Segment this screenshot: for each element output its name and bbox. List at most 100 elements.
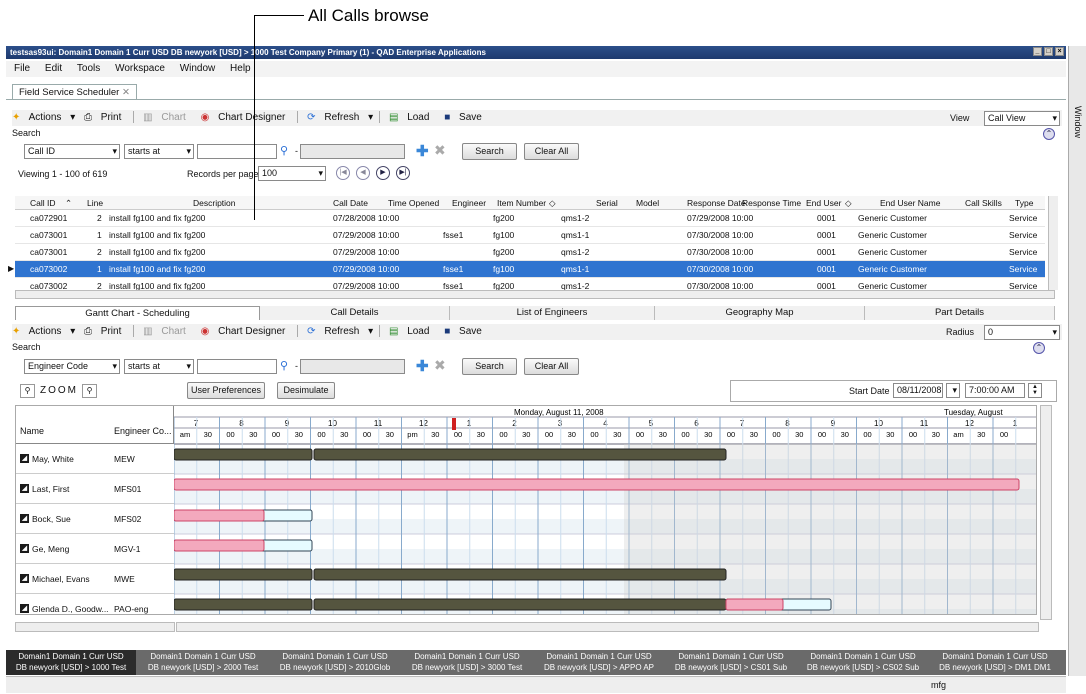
table-row[interactable]: ca073001 1 install fg100 and fix fg200 07/2… xyxy=(15,227,1045,244)
grid-horizontal-scrollbar[interactable] xyxy=(15,290,1055,299)
clear-all-button[interactable]: Clear All xyxy=(524,358,579,375)
close-tab-icon[interactable]: ✕ xyxy=(122,87,130,98)
tab-gantt-chart[interactable]: Gantt Chart - Scheduling xyxy=(15,306,260,320)
search-button[interactable]: Search xyxy=(462,358,517,375)
load-button[interactable]: ▤ Load xyxy=(389,112,435,123)
col-description[interactable]: Description xyxy=(193,196,236,210)
schedule-bar[interactable] xyxy=(725,598,784,611)
tab-field-service-scheduler[interactable]: Field Service Scheduler ✕ xyxy=(12,84,137,99)
session-tab[interactable]: Domain1 Domain 1 Curr USD DB newyork [USD… xyxy=(666,650,796,675)
menu-edit[interactable]: Edit xyxy=(45,63,62,74)
col-call-date[interactable]: Call Date xyxy=(333,196,368,210)
search-operator-select[interactable]: starts at xyxy=(124,144,194,159)
engineer-search-operator-select[interactable]: starts at xyxy=(124,359,194,374)
add-criteria-icon[interactable]: ✚ xyxy=(416,142,429,160)
col-item-number[interactable]: Item Number xyxy=(497,196,546,210)
schedule-bar[interactable] xyxy=(174,509,265,522)
names-horizontal-scrollbar[interactable] xyxy=(15,622,175,632)
actions-button[interactable]: ✦ Actions ▾ xyxy=(12,326,75,337)
menu-tools[interactable]: Tools xyxy=(77,63,100,74)
schedule-bar[interactable] xyxy=(313,598,727,611)
engineer-row[interactable]: ◢ Bock, Sue MFS02 xyxy=(16,504,174,534)
col-call-id[interactable]: Call ID xyxy=(30,196,56,210)
minimize-button[interactable]: _ xyxy=(1033,47,1042,56)
session-tab[interactable]: Domain1 Domain 1 Curr USD DB newyork [USD… xyxy=(6,650,136,675)
tab-geography-map[interactable]: Geography Map xyxy=(655,306,865,320)
menu-window[interactable]: Window xyxy=(180,63,216,74)
engineer-row[interactable]: ◢ Michael, Evans MWE xyxy=(16,564,174,594)
collapse-search-icon[interactable]: ⌃ xyxy=(1043,128,1055,140)
session-tab[interactable]: Domain1 Domain 1 Curr USD DB newyork [USD… xyxy=(270,650,400,675)
schedule-bar[interactable] xyxy=(313,568,727,581)
menu-file[interactable]: File xyxy=(14,63,30,74)
menu-help[interactable]: Help xyxy=(230,63,251,74)
search-button[interactable]: Search xyxy=(462,143,517,160)
engineer-search-field-select[interactable]: Engineer Code xyxy=(24,359,120,374)
menu-workspace[interactable]: Workspace xyxy=(115,63,165,74)
tab-part-details[interactable]: Part Details xyxy=(865,306,1055,320)
save-button[interactable]: ■ Save xyxy=(444,112,488,123)
engineer-row[interactable]: ◢ Last, First MFS01 xyxy=(16,474,174,504)
gantt-vertical-scrollbar[interactable] xyxy=(1040,405,1052,620)
engineer-row[interactable]: ◢ Ge, Meng MGV-1 xyxy=(16,534,174,564)
session-tab[interactable]: Domain1 Domain 1 Curr USD DB newyork [USD… xyxy=(138,650,268,675)
remove-criteria-icon[interactable]: ✖ xyxy=(434,142,446,159)
col-end-user-name[interactable]: End User Name xyxy=(880,196,940,210)
schedule-bar[interactable] xyxy=(174,598,313,611)
zoom-out-icon[interactable]: ⚲ xyxy=(20,384,35,398)
user-preferences-button[interactable]: User Preferences xyxy=(187,382,265,399)
session-tab[interactable]: Domain1 Domain 1 Curr USD DB newyork [USD… xyxy=(798,650,928,675)
schedule-bar[interactable] xyxy=(174,478,1020,491)
table-row[interactable]: ca072901 2 install fg100 and fix fg200 07/2… xyxy=(15,210,1045,227)
chart-button[interactable]: ▥ Chart xyxy=(143,112,192,123)
schedule-bar[interactable] xyxy=(174,539,265,552)
col-time-opened[interactable]: Time Opened xyxy=(388,196,439,210)
refresh-button[interactable]: ⟳ Refresh ▾ xyxy=(307,112,373,123)
view-select[interactable]: Call View xyxy=(984,111,1060,126)
lookup-icon[interactable]: ⚲ xyxy=(280,359,288,372)
start-date-input[interactable]: 08/11/2008 xyxy=(893,383,943,398)
session-tab[interactable]: Domain1 Domain 1 Curr USD DB newyork [USD… xyxy=(534,650,664,675)
table-row[interactable]: ca073001 2 install fg100 and fix fg200 07/2… xyxy=(15,244,1045,261)
start-time-input[interactable]: 7:00:00 AM xyxy=(965,383,1025,398)
maximize-button[interactable]: □ xyxy=(1044,47,1053,56)
engineer-row[interactable]: ◢ May, White MEW xyxy=(16,444,174,474)
col-model[interactable]: Model xyxy=(636,196,659,210)
load-button[interactable]: ▤ Load xyxy=(389,326,435,337)
add-criteria-icon[interactable]: ✚ xyxy=(416,357,429,375)
col-line[interactable]: Line xyxy=(87,196,103,210)
print-button[interactable]: ⎙ Print xyxy=(84,112,127,123)
window-pane-label[interactable]: Window xyxy=(1073,106,1083,138)
time-spinner-icon[interactable]: ▲ ▼ xyxy=(1028,383,1042,398)
next-page-icon[interactable]: ▶ xyxy=(376,166,390,180)
search-value-to-input[interactable] xyxy=(300,144,405,159)
actions-button[interactable]: ✦ Actions ▾ xyxy=(12,112,75,123)
tab-call-details[interactable]: Call Details xyxy=(260,306,450,320)
desimulate-button[interactable]: Desimulate xyxy=(277,382,335,399)
grid-vertical-scrollbar[interactable] xyxy=(1048,196,1058,290)
col-engineer[interactable]: Engineer xyxy=(452,196,486,210)
zoom-in-icon[interactable]: ⚲ xyxy=(82,384,97,398)
close-button[interactable]: × xyxy=(1055,47,1064,56)
table-row-selected[interactable]: ca073002 1 install fg100 and fix fg200 07/2… xyxy=(15,261,1045,278)
col-response-time[interactable]: Response Time xyxy=(742,196,801,210)
prev-page-icon[interactable]: ◀ xyxy=(356,166,370,180)
col-response-date[interactable]: Response Date xyxy=(687,196,746,210)
first-page-icon[interactable]: |◀ xyxy=(336,166,350,180)
session-tab[interactable]: Domain1 Domain 1 Curr USD DB newyork [USD… xyxy=(402,650,532,675)
save-button[interactable]: ■ Save xyxy=(444,326,488,337)
search-value-input[interactable] xyxy=(197,144,277,159)
col-serial[interactable]: Serial xyxy=(596,196,618,210)
date-picker-dropdown-icon[interactable] xyxy=(946,383,960,398)
remove-criteria-icon[interactable]: ✖ xyxy=(434,357,446,374)
chart-button[interactable]: ▥ Chart xyxy=(143,326,192,337)
col-end-user[interactable]: End User xyxy=(806,196,841,210)
refresh-button[interactable]: ⟳ Refresh ▾ xyxy=(307,326,373,337)
clear-all-button[interactable]: Clear All xyxy=(524,143,579,160)
timeline-horizontal-scrollbar[interactable] xyxy=(176,622,1039,632)
last-page-icon[interactable]: ▶| xyxy=(396,166,410,180)
engineer-row[interactable]: ◢ Glenda D., Goodw... PAO-eng xyxy=(16,594,174,614)
print-button[interactable]: ⎙ Print xyxy=(84,326,127,337)
chart-designer-button[interactable]: ◉ Chart Designer xyxy=(201,112,292,123)
col-call-skills[interactable]: Call Skills xyxy=(965,196,1002,210)
